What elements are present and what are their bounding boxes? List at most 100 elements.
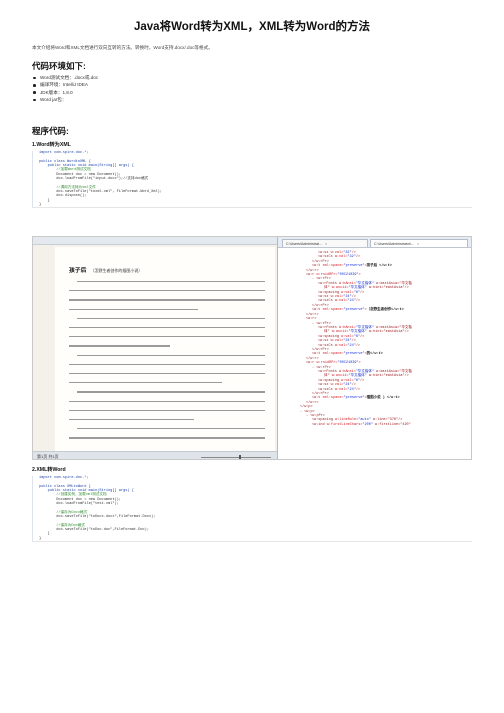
xml-token: <w:r — [306, 361, 317, 366]
xml-token: （怎野生者创作</w:t> — [366, 308, 404, 313]
xml-tab-label: C:\Users\Administrat... — [286, 242, 322, 246]
document-text-line — [69, 382, 222, 384]
xml-token: w:val= — [334, 343, 348, 348]
xml-token: /> — [351, 383, 356, 388]
xml-token: "24" — [347, 387, 356, 392]
xml-token: "华文楷体" — [348, 286, 367, 291]
document-text-line — [69, 308, 198, 310]
page-count: 第1页 共1页 — [37, 454, 59, 459]
xml-token: w:val= — [334, 255, 348, 260]
xml-token: - <w:rPr> — [312, 321, 331, 326]
xml-token: w:ascii= — [331, 286, 349, 291]
code-block-xml-to-word: import com.spire.doc.*; public class XML… — [32, 476, 472, 543]
xml-token: <w:r> — [306, 317, 317, 322]
xml-token: "24" — [343, 383, 352, 388]
xml-token: w:rsidRPr= — [316, 361, 338, 366]
document-text-line — [69, 336, 265, 338]
xml-token: /> — [355, 299, 361, 304]
document-heading-text: 孩子后 — [69, 268, 87, 274]
xml-token: - <w:rPr> — [312, 365, 331, 370]
xml-token: /> — [360, 290, 365, 295]
xml-token: <w:szCs — [318, 387, 335, 392]
xml-token: w:ascii= — [331, 330, 349, 335]
document-subheading: （怎野生者创作的插图小说） — [90, 268, 143, 273]
zoom-slider-knob[interactable] — [239, 454, 241, 459]
document-text-line — [77, 354, 265, 356]
xml-token: w:ascii= — [331, 374, 349, 379]
xml-token: "24" — [347, 299, 356, 304]
xml-token: w:hint="eastAsia"/> — [366, 286, 409, 291]
xml-token: "00C21039" — [337, 361, 359, 366]
xml-token: > — [358, 273, 361, 278]
xml-token: "auto" — [358, 418, 371, 423]
xml-token: <w:spacing — [312, 418, 336, 423]
env-item: 编译环境：IntelliJ IDEA — [32, 81, 98, 88]
status-bar: 第1页 共1页 — [33, 451, 277, 459]
document-text-line — [77, 428, 265, 430]
page-title: Java将Word转为XML，XML转为Word的方法 — [134, 21, 370, 33]
document-text-line — [77, 391, 265, 393]
document-text-line — [69, 400, 265, 402]
xml-token: xml:space= — [322, 352, 344, 357]
document-text-line — [69, 373, 265, 375]
xml-token: <w:szCs — [318, 343, 335, 348]
xml-token: "华文楷体" — [348, 330, 367, 335]
xml-token: /> — [360, 334, 365, 339]
xml-token: w:val= — [334, 299, 348, 304]
xml-tab-label: C:\Users\Administrator\... — [374, 242, 415, 246]
section-heading-word-to-xml: 1.Word转为XML — [32, 142, 71, 148]
xml-token: w:val= — [330, 383, 344, 388]
xml-token: "preserve" — [343, 264, 365, 269]
xml-token: <w:t — [312, 264, 323, 269]
xml-token: "preserve" — [343, 308, 365, 313]
xml-token: 体" — [324, 374, 332, 379]
document-text-line — [69, 437, 265, 439]
word-document-pane: 孩子后 （怎野生者创作的插图小说） 第1页 共1页 — [33, 237, 277, 459]
document-text-line — [69, 409, 265, 411]
env-heading: 代码环境如下: — [32, 61, 86, 71]
document-text-line — [69, 363, 265, 365]
document-page: 孩子后 （怎野生者创作的插图小说） — [55, 247, 275, 451]
xml-token: <w:t — [312, 352, 323, 357]
code-line: } — [39, 203, 42, 208]
env-item: Word测试文档：.docx或.doc — [32, 74, 98, 81]
xml-token: 体" — [324, 286, 332, 291]
xml-token: w:val= — [330, 339, 344, 344]
close-icon[interactable]: × — [417, 242, 419, 246]
code-heading: 程序代码: — [32, 126, 69, 136]
xml-token: "24" — [347, 343, 356, 348]
xml-line: <w:ind w:firstLineChars="200" w:firstLin… — [282, 423, 470, 427]
xml-token: w:hint="eastAsia"/> — [366, 330, 409, 335]
xml-tab[interactable]: C:\Users\Administrat... × — [282, 239, 368, 247]
xml-token: <w:sz — [318, 339, 331, 344]
xml-token: w:hint="eastAsia"/> — [366, 374, 409, 379]
close-icon[interactable]: × — [325, 242, 327, 246]
xml-tab[interactable]: C:\Users\Administrator\... × — [370, 239, 468, 247]
xml-token: <w:t — [312, 396, 323, 401]
xml-token: "华文楷体" — [348, 374, 367, 379]
xml-token: 体" — [324, 330, 332, 335]
xml-token: > — [358, 361, 361, 366]
xml-token: /> — [355, 255, 361, 260]
env-item: JDK版本：1.8.0 — [32, 89, 98, 96]
xml-token: w:firstLine="420" — [372, 422, 411, 427]
ruler — [33, 237, 277, 245]
xml-token: <w:szCs — [318, 255, 335, 260]
xml-viewer-pane: C:\Users\Administrat... × C:\Users\Admini… — [277, 237, 471, 459]
xml-token: 插图小说 ) </w:t> — [366, 396, 400, 401]
xml-token: "00C21039" — [337, 273, 359, 278]
code-line: } — [39, 536, 42, 541]
env-item: Word jar包： — [32, 96, 98, 103]
zoom-slider[interactable] — [201, 456, 271, 458]
xml-content: <w:sz w:val="32"/> <w:szCs w:val="32"/> </… — [282, 251, 470, 427]
xml-token: xml:space= — [322, 308, 344, 313]
xml-tab-bar: C:\Users\Administrat... × C:\Users\Admini… — [278, 237, 471, 248]
xml-token: /> — [355, 343, 361, 348]
xml-token: xml:space= — [322, 264, 344, 269]
document-text-line — [69, 299, 265, 301]
intro-text: 本文介绍将Word和XML文档进行双向互转的方法。转换时，Word支持.docx… — [32, 45, 213, 50]
document-text-line — [69, 419, 194, 421]
document-text-line — [69, 345, 170, 347]
xml-token: w:firstLineChars= — [326, 422, 363, 427]
xml-token: w:lineRule= — [335, 418, 359, 423]
